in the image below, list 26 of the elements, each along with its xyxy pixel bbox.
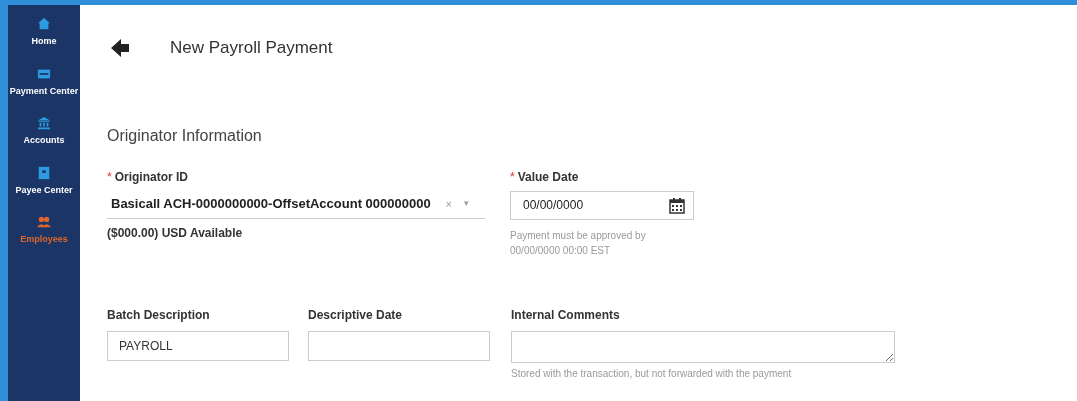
approval-hint: Payment must be approved by 00/00/0000 00:00 EST <box>510 228 647 258</box>
people-icon <box>37 215 51 229</box>
batch-description-field[interactable]: PAYROLL <box>107 330 289 361</box>
date-field[interactable]: 00/00/0000 <box>510 190 694 220</box>
sidebar-item[interactable]: Accounts <box>23 116 65 148</box>
descriptive-date-field[interactable] <box>308 330 490 361</box>
required-mark: * <box>107 169 112 184</box>
field-label: * Value Date <box>510 168 580 186</box>
required-mark: * <box>510 169 515 184</box>
back-arrow-icon[interactable] <box>110 37 130 58</box>
calendar-icon[interactable] <box>669 196 685 214</box>
bank-icon <box>37 116 51 130</box>
sidebar-item[interactable]: Payment Center <box>9 66 79 98</box>
field-label: Internal Comments <box>511 306 621 324</box>
field-label: * Originator ID <box>107 168 189 186</box>
comments-hint: Stored with the transaction, but not forwarded with the payment <box>511 366 793 381</box>
comments-field[interactable] <box>511 330 895 363</box>
sidebar-item[interactable]: Home <box>31 17 57 49</box>
sidebar-item[interactable]: Payee Center <box>15 165 73 197</box>
available-balance: ($000.00) USD Available <box>107 224 244 242</box>
page-title: New Payroll Payment <box>170 37 333 59</box>
field-label: Batch Description <box>107 306 211 324</box>
home-icon <box>37 17 51 31</box>
section-title: Originator Information <box>107 125 263 146</box>
contact-card-icon <box>37 165 51 180</box>
field-label: Descriptive Date <box>308 306 404 324</box>
